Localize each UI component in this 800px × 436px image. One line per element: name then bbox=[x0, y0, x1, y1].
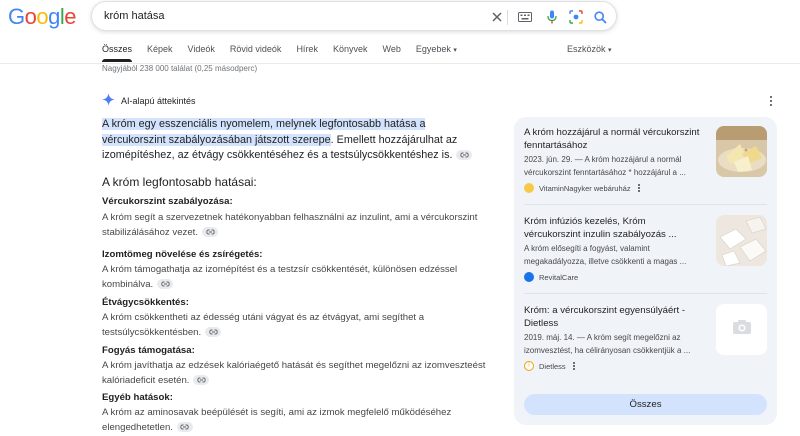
section-title: Étvágycsökkentés: bbox=[102, 297, 189, 308]
logo-letter: o bbox=[24, 4, 37, 29]
more-options-icon[interactable] bbox=[637, 184, 640, 192]
sugar-cubes-thumbnail[interactable] bbox=[716, 215, 767, 266]
section-text-content: A króm csökkentheti az édesség utáni vág… bbox=[102, 312, 425, 338]
tab-more[interactable]: Egyebek ▾ bbox=[416, 44, 457, 62]
source-card[interactable]: Króm infúziós kezelés, Króm vércukorszin… bbox=[524, 215, 767, 287]
sources-panel: A króm hozzájárul a normál vércukorszint… bbox=[514, 117, 777, 425]
source-card[interactable]: A króm hozzájárul a normál vércukorszint… bbox=[524, 126, 767, 198]
more-options-icon[interactable] bbox=[766, 94, 776, 108]
section-title: Izomtömeg növelése és zsírégetés: bbox=[102, 249, 263, 260]
section-text: A króm az aminosavak beépülését is segít… bbox=[102, 406, 487, 435]
source-site-name: RevitalCare bbox=[539, 272, 579, 282]
tab-news[interactable]: Hírek bbox=[296, 44, 318, 62]
tab-images[interactable]: Képek bbox=[147, 44, 173, 62]
section-text: A króm javíthatja az edzések kalóriaéget… bbox=[102, 359, 487, 388]
keyboard-icon[interactable] bbox=[517, 9, 533, 25]
section-title: Vércukorszint szabályozása: bbox=[102, 196, 233, 207]
camera-icon bbox=[732, 319, 752, 340]
section-text-content: A króm támogathatja az izomépítést és a … bbox=[102, 264, 458, 290]
source-site-name: Dietless bbox=[539, 361, 566, 371]
card-divider bbox=[524, 204, 767, 205]
section-text-content: A króm segít a szervezetnek hatékonyabba… bbox=[102, 212, 478, 238]
more-options-icon[interactable] bbox=[572, 362, 575, 370]
clear-icon[interactable] bbox=[489, 9, 505, 25]
source-snippet: 2023. jún. 29. — A króm hozzájárul a nor… bbox=[524, 155, 686, 177]
section-text-content: A króm az aminosavak beépülését is segít… bbox=[102, 407, 452, 433]
section-text-content: A króm javíthatja az edzések kalóriaéget… bbox=[102, 360, 486, 386]
key-effects-heading: A króm legfontosabb hatásai: bbox=[102, 175, 257, 189]
tab-all[interactable]: Összes bbox=[102, 44, 133, 62]
section-text: A króm támogathatja az izomépítést és a … bbox=[102, 263, 487, 292]
site-favicon-icon bbox=[524, 183, 534, 193]
link-icon[interactable] bbox=[157, 278, 174, 289]
source-snippet: 2019. máj. 14. — A króm segít megelőzni … bbox=[524, 333, 691, 355]
section-title: Fogyás támogatása: bbox=[102, 345, 195, 356]
site-favicon-icon bbox=[524, 272, 534, 282]
link-icon[interactable] bbox=[193, 374, 210, 385]
search-input[interactable]: króm hatása bbox=[104, 10, 165, 22]
logo-letter: o bbox=[36, 4, 49, 29]
caret-down-icon: ▾ bbox=[608, 47, 612, 54]
section-title: Egyéb hatások: bbox=[102, 392, 173, 403]
logo-letter: G bbox=[8, 4, 25, 29]
section-text: A króm segít a szervezetnek hatékonyabba… bbox=[102, 211, 487, 240]
tab-books[interactable]: Könyvek bbox=[333, 44, 368, 62]
card-divider bbox=[524, 293, 767, 294]
ai-overview-label: AI-alapú áttekintés bbox=[121, 95, 196, 106]
lens-icon[interactable] bbox=[568, 9, 584, 25]
caret-down-icon: ▾ bbox=[453, 47, 457, 54]
link-icon[interactable] bbox=[202, 226, 218, 237]
logo-letter: g bbox=[48, 4, 60, 29]
search-box[interactable]: króm hatása bbox=[91, 1, 617, 31]
source-site[interactable]: VitaminNagyker webáruház bbox=[524, 183, 640, 193]
source-site[interactable]: ! Dietless bbox=[524, 361, 575, 371]
source-title[interactable]: A króm hozzájárul a normál vércukorszint… bbox=[524, 126, 704, 152]
link-icon[interactable] bbox=[176, 421, 193, 432]
link-icon[interactable] bbox=[456, 150, 473, 161]
tab-short-videos[interactable]: Rövid videók bbox=[230, 44, 282, 62]
link-icon[interactable] bbox=[205, 326, 222, 337]
section-text: A króm csökkentheti az édesség utáni vág… bbox=[102, 311, 487, 340]
site-favicon-icon: ! bbox=[524, 361, 534, 371]
source-card[interactable]: Króm: a vércukorszint egyensúlyáért - Di… bbox=[524, 304, 767, 376]
tab-videos[interactable]: Videók bbox=[188, 44, 215, 62]
source-title[interactable]: Króm: a vércukorszint egyensúlyáért - Di… bbox=[524, 304, 704, 330]
search-tabs: Összes Képek Videók Rövid videók Hírek K… bbox=[102, 44, 472, 62]
ai-overview-summary: A króm egy esszenciális nyomelem, melyne… bbox=[102, 117, 482, 164]
search-divider bbox=[507, 10, 508, 25]
search-icon[interactable] bbox=[592, 9, 608, 25]
ai-overview-header: AI-alapú áttekintés bbox=[102, 93, 196, 108]
source-title[interactable]: Króm infúziós kezelés, Króm vércukorszin… bbox=[524, 215, 704, 241]
image-placeholder[interactable] bbox=[716, 304, 767, 355]
microphone-icon[interactable] bbox=[544, 9, 560, 25]
google-logo[interactable]: Google bbox=[8, 4, 77, 30]
source-site-name: VitaminNagyker webáruház bbox=[539, 183, 631, 193]
tools-label: Eszközök bbox=[567, 44, 606, 54]
source-site[interactable]: RevitalCare bbox=[524, 272, 578, 282]
logo-letter: e bbox=[64, 4, 77, 29]
tab-web[interactable]: Web bbox=[382, 44, 400, 62]
source-snippet: A króm elősegíti a fogyást, valamint meg… bbox=[524, 244, 687, 266]
show-all-button[interactable]: Összes bbox=[524, 394, 767, 415]
tools-menu[interactable]: Eszközök ▾ bbox=[567, 44, 612, 54]
gemini-sparkle-icon bbox=[102, 93, 115, 108]
tab-more-label: Egyebek bbox=[415, 44, 451, 54]
result-stats: Nagyjából 238 000 találat (0,25 másodper… bbox=[102, 64, 258, 73]
cheese-thumbnail[interactable] bbox=[716, 126, 767, 177]
